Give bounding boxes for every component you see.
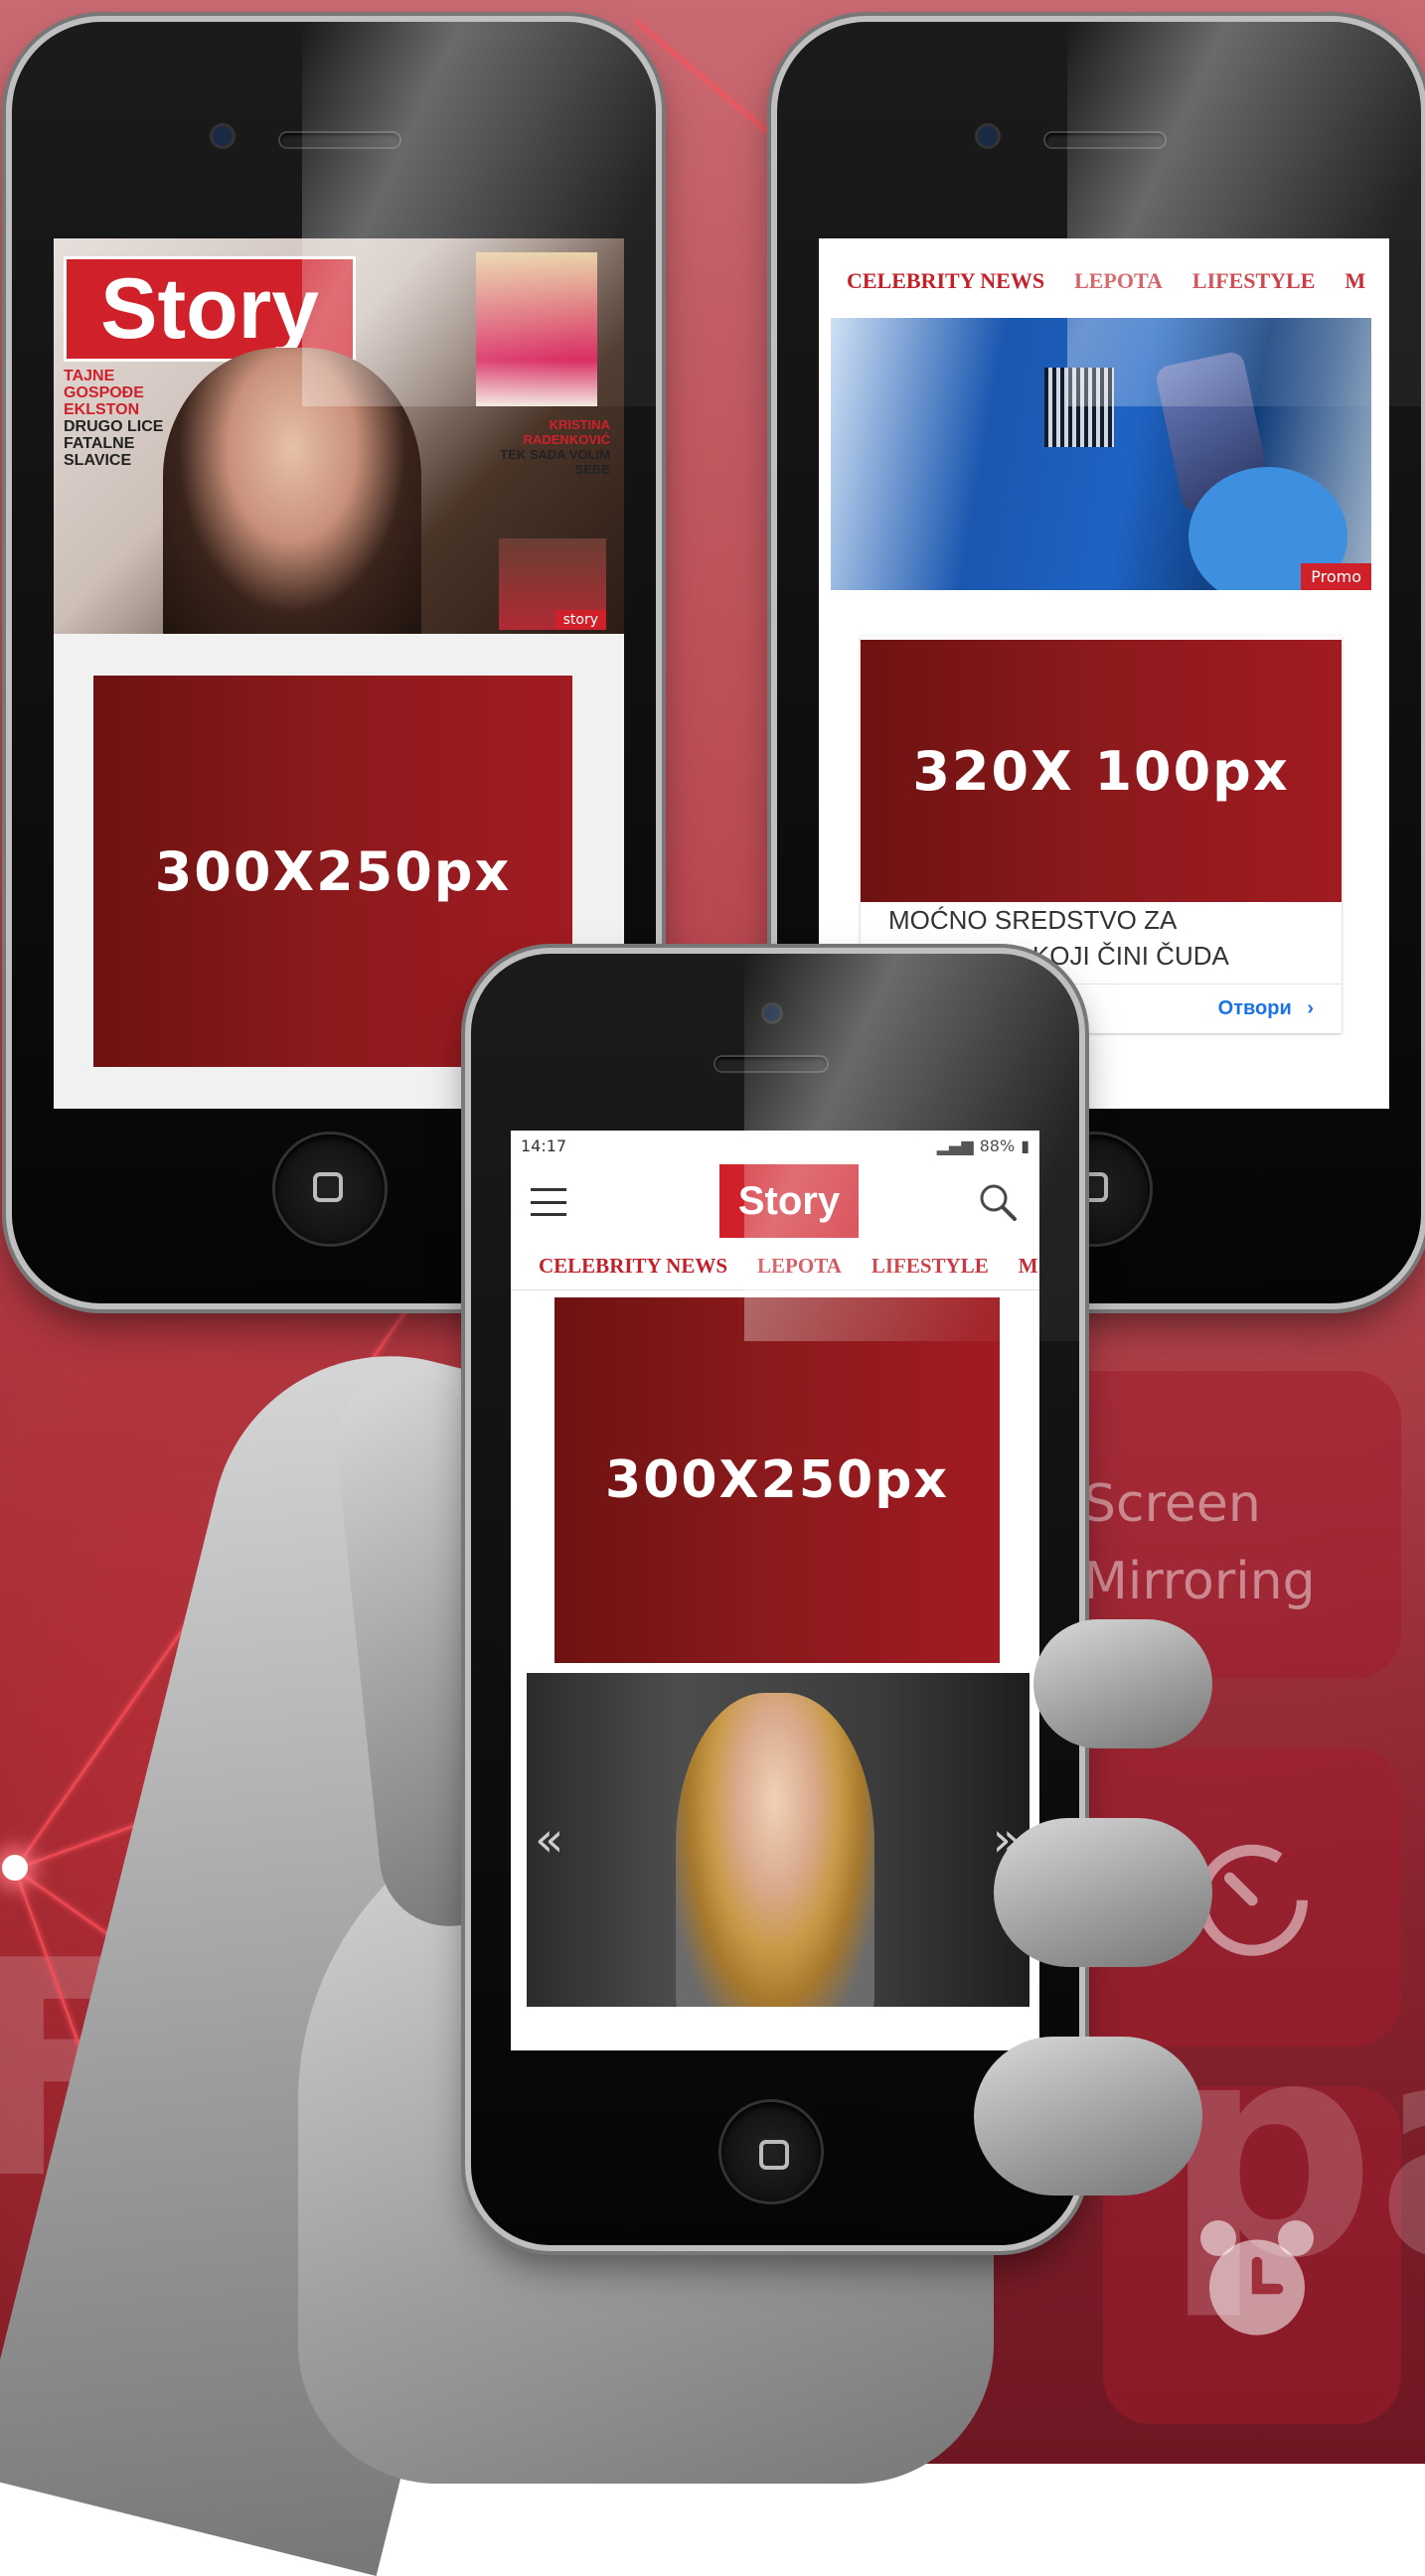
promo-image[interactable]: Promo [831,318,1371,590]
nav-item-lepota[interactable]: LEPOTA [757,1254,842,1279]
finger-top [1033,1619,1212,1748]
ad-placeholder-320x100[interactable]: 320X 100px [861,640,1342,902]
site-logo[interactable]: Story [719,1164,859,1238]
category-nav: CELEBRITY NEWS LEPOTA LIFESTYLE M [539,1254,1038,1279]
phone-front: 14:17 ▂▄▆ 88% ▮ Story CELEBRITY NEWS LEP… [471,954,1079,2245]
qr-code [1044,368,1114,447]
nav-item-more[interactable]: M [1345,268,1365,294]
nav-item-lepota[interactable]: LEPOTA [1074,268,1163,294]
nav-item-celebrity-news[interactable]: CELEBRITY NEWS [847,268,1044,294]
inset-photo-bottom: story [499,538,606,630]
ad-placeholder-300x250[interactable]: 300X250px [554,1297,1000,1663]
earpiece-speaker [280,133,399,147]
front-camera [764,1005,780,1021]
promo-badge: Promo [1301,563,1371,590]
cover-model-photo [163,348,421,634]
finger-lower [974,2037,1202,2196]
screen-front: 14:17 ▂▄▆ 88% ▮ Story CELEBRITY NEWS LEP… [511,1131,1039,2050]
nav-item-lifestyle[interactable]: LIFESTYLE [1192,268,1316,294]
earpiece-speaker [715,1057,827,1071]
status-bar: 14:17 ▂▄▆ 88% ▮ [511,1131,1039,1160]
laser-glow-dot [2,1855,28,1881]
battery-icon: ▮ [1021,1136,1029,1155]
inset-photo-top [476,252,597,406]
article-photo-slider[interactable]: « » [527,1673,1029,2007]
finger-middle [994,1818,1212,1967]
nav-item-lifestyle[interactable]: LIFESTYLE [871,1254,989,1279]
cover-name: KRISTINA RADENKOVIĆ TEK SADA VOLIM SEBE [500,417,610,477]
nav-item-more[interactable]: M [1019,1254,1038,1279]
chevron-right-icon: › [1307,997,1314,1019]
hamburger-menu-icon[interactable] [531,1188,566,1216]
front-camera [978,126,998,146]
tile-text: Screen Mirroring [1083,1474,1316,1611]
magazine-cover[interactable]: Story TAJNE GOSPOĐE EKLSTON DRUGO LICE F… [54,238,624,634]
home-button[interactable] [275,1135,385,1244]
signal-icon: ▂▄▆ [936,1136,974,1155]
earpiece-speaker [1045,133,1165,147]
category-nav: CELEBRITY NEWS LEPOTA LIFESTYLE M [847,268,1365,294]
search-icon[interactable] [976,1180,1020,1224]
celebrity-portrait [676,1693,874,2007]
slider-prev-icon[interactable]: « [535,1812,563,1868]
small-story-tag: story [554,610,606,630]
magazine-cover-lines: TAJNE GOSPOĐE EKLSTON DRUGO LICE FATALNE… [64,368,164,469]
home-button[interactable] [721,2102,821,2201]
magazine-logo: Story [64,256,356,362]
front-camera [213,126,233,146]
background-word-right: pa [1163,1977,1425,2324]
open-link[interactable]: Отвори › [1218,997,1314,1020]
status-time: 14:17 [521,1136,567,1155]
nav-item-celebrity-news[interactable]: CELEBRITY NEWS [539,1254,727,1279]
battery-level: 88% [979,1136,1016,1155]
status-icons: ▂▄▆ 88% ▮ [937,1136,1029,1155]
